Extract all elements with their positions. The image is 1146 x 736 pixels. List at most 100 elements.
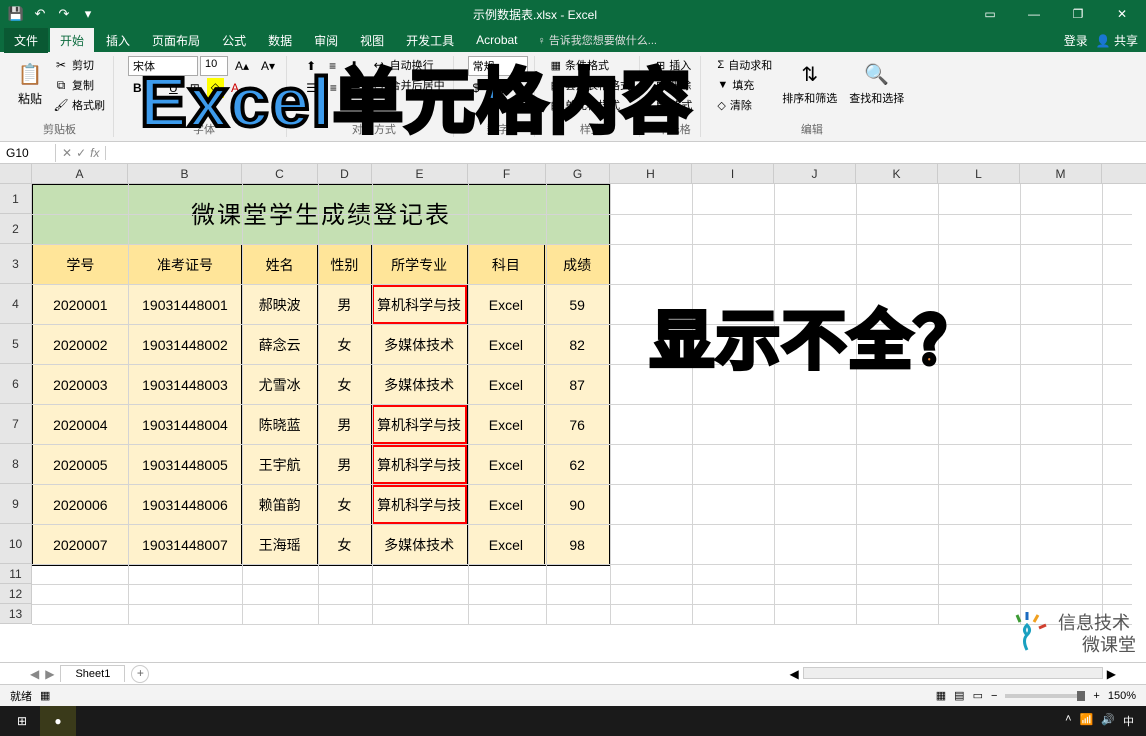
save-icon[interactable]: 💾 [8, 6, 24, 22]
zoom-out-icon[interactable]: − [991, 690, 997, 702]
row-header[interactable]: 5 [0, 324, 32, 364]
start-button[interactable]: ⊞ [4, 706, 40, 736]
row-header[interactable]: 13 [0, 604, 32, 624]
macro-icon[interactable]: ▦ [40, 689, 50, 702]
table-cell[interactable]: Excel [468, 325, 546, 365]
view-layout-icon[interactable]: ▤ [954, 689, 964, 702]
table-cell[interactable]: 算机科学与技 [372, 485, 468, 525]
table-cell[interactable]: 男 [318, 405, 372, 445]
table-cell[interactable]: 女 [318, 325, 372, 365]
sheet-nav-prev-icon[interactable]: ◀ [30, 667, 39, 681]
table-cell[interactable]: 2020007 [33, 525, 129, 565]
fill-button[interactable]: ▼ 填充 [715, 76, 774, 94]
table-cell[interactable]: 男 [318, 285, 372, 325]
format-painter-button[interactable]: 🖌格式刷 [52, 96, 107, 114]
row-header[interactable]: 10 [0, 524, 32, 564]
table-header-cell[interactable]: 性别 [318, 245, 372, 285]
maximize-icon[interactable]: ❐ [1062, 4, 1094, 24]
table-cell[interactable]: 尤雪冰 [242, 365, 318, 405]
col-header[interactable]: L [938, 164, 1020, 183]
close-icon[interactable]: ✕ [1106, 4, 1138, 24]
zoom-in-icon[interactable]: + [1093, 690, 1099, 702]
table-cell[interactable]: Excel [468, 365, 546, 405]
table-cell[interactable]: 赖笛韵 [242, 485, 318, 525]
fx-cancel-icon[interactable]: ✕ [62, 146, 72, 160]
tray-ime-icon[interactable]: 中 [1123, 713, 1134, 729]
table-cell[interactable]: 女 [318, 485, 372, 525]
table-cell[interactable]: 19031448005 [129, 445, 243, 485]
table-cell[interactable]: 19031448006 [129, 485, 243, 525]
row-header[interactable]: 4 [0, 284, 32, 324]
table-cell[interactable]: 19031448007 [129, 525, 243, 565]
fx-icon[interactable]: fx [90, 146, 99, 160]
table-cell[interactable]: 多媒体技术 [372, 365, 468, 405]
table-cell[interactable]: Excel [468, 485, 546, 525]
ribbon-options-icon[interactable]: ▭ [974, 4, 1006, 24]
table-cell[interactable]: 算机科学与技 [372, 445, 468, 485]
tab-insert[interactable]: 插入 [96, 28, 140, 53]
table-cell[interactable]: 女 [318, 365, 372, 405]
table-cell[interactable]: 薛念云 [242, 325, 318, 365]
tray-wifi-icon[interactable]: 📶 [1080, 713, 1094, 729]
add-sheet-button[interactable]: + [131, 665, 149, 683]
copy-button[interactable]: ⧉复制 [52, 76, 107, 94]
table-cell[interactable]: 19031448003 [129, 365, 243, 405]
table-cell[interactable]: 多媒体技术 [372, 325, 468, 365]
view-break-icon[interactable]: ▭ [973, 689, 983, 702]
minimize-icon[interactable]: — [1018, 4, 1050, 24]
table-cell[interactable]: 2020003 [33, 365, 129, 405]
col-header[interactable]: C [242, 164, 318, 183]
qat-dropdown-icon[interactable]: ▾ [80, 6, 96, 22]
row-header[interactable]: 12 [0, 584, 32, 604]
table-cell[interactable]: 87 [545, 365, 609, 405]
col-header[interactable]: K [856, 164, 938, 183]
table-cell[interactable]: Excel [468, 525, 546, 565]
tab-file[interactable]: 文件 [4, 28, 48, 53]
name-box[interactable]: G10 [0, 144, 56, 162]
clear-button[interactable]: ◇ 清除 [715, 96, 774, 114]
row-header[interactable]: 9 [0, 484, 32, 524]
table-cell[interactable]: 59 [545, 285, 609, 325]
table-cell[interactable]: 算机科学与技 [372, 405, 468, 445]
table-cell[interactable]: Excel [468, 285, 546, 325]
table-cell[interactable]: Excel [468, 405, 546, 445]
table-cell[interactable]: 2020002 [33, 325, 129, 365]
col-header[interactable]: F [468, 164, 546, 183]
sort-filter-button[interactable]: ⇅ 排序和筛选 [778, 56, 841, 110]
select-all-corner[interactable] [0, 164, 32, 183]
zoom-level[interactable]: 150% [1108, 690, 1136, 702]
cut-button[interactable]: ✂剪切 [52, 56, 107, 74]
table-cell[interactable]: Excel [468, 445, 546, 485]
col-header[interactable]: B [128, 164, 242, 183]
col-header[interactable]: J [774, 164, 856, 183]
col-header[interactable]: D [318, 164, 372, 183]
table-cell[interactable]: 62 [545, 445, 609, 485]
table-cell[interactable]: 76 [545, 405, 609, 445]
row-header[interactable]: 11 [0, 564, 32, 584]
row-header[interactable]: 8 [0, 444, 32, 484]
table-cell[interactable]: 19031448004 [129, 405, 243, 445]
view-normal-icon[interactable]: ▦ [936, 689, 946, 702]
col-header[interactable]: M [1020, 164, 1102, 183]
paste-button[interactable]: 📋 粘贴 [12, 56, 48, 111]
col-header[interactable]: A [32, 164, 128, 183]
col-header[interactable]: E [372, 164, 468, 183]
table-cell[interactable]: 2020004 [33, 405, 129, 445]
sheet-tab[interactable]: Sheet1 [60, 665, 125, 682]
table-cell[interactable]: 82 [545, 325, 609, 365]
table-cell[interactable]: 算机科学与技 [372, 285, 468, 325]
table-cell[interactable]: 女 [318, 525, 372, 565]
redo-icon[interactable]: ↷ [56, 6, 72, 22]
table-cell[interactable]: 19031448001 [129, 285, 243, 325]
tray-volume-icon[interactable]: 🔊 [1101, 713, 1115, 729]
table-cell[interactable]: 多媒体技术 [372, 525, 468, 565]
table-cell[interactable]: 2020006 [33, 485, 129, 525]
table-header-cell[interactable]: 学号 [33, 245, 129, 285]
autosum-button[interactable]: Σ 自动求和 [715, 56, 774, 74]
tab-home[interactable]: 开始 [50, 28, 94, 53]
hscroll-right-icon[interactable]: ▶ [1107, 667, 1116, 681]
col-header[interactable]: G [546, 164, 610, 183]
formula-bar[interactable] [106, 151, 1146, 155]
login-link[interactable]: 登录 [1064, 32, 1088, 49]
sheet-nav-next-icon[interactable]: ▶ [45, 667, 54, 681]
